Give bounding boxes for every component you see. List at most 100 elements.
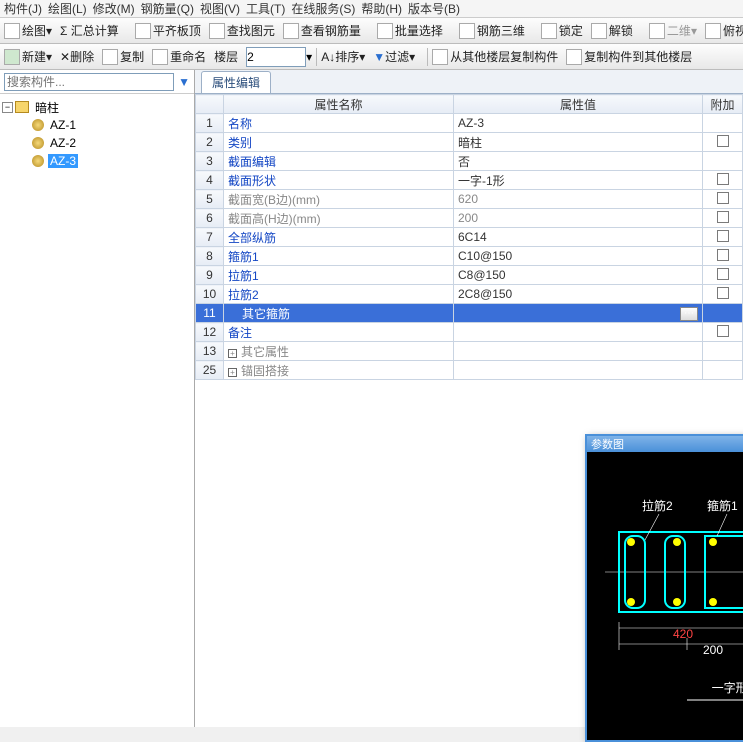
property-value[interactable]: 200: [454, 209, 703, 228]
batch-select-button[interactable]: 批量选择: [377, 22, 443, 39]
property-row[interactable]: 3截面编辑否: [196, 152, 743, 171]
checkbox[interactable]: [717, 249, 729, 261]
rebar-3d-button[interactable]: 钢筋三维: [459, 22, 525, 39]
property-row[interactable]: 25+锚固搭接: [196, 361, 743, 380]
funnel-icon[interactable]: ▼: [178, 75, 190, 89]
property-value[interactable]: 6C14: [454, 228, 703, 247]
property-extra[interactable]: [703, 171, 743, 190]
property-value[interactable]: [454, 342, 703, 361]
property-extra[interactable]: [703, 152, 743, 171]
view-rebar-button[interactable]: 查看钢筋量: [283, 22, 361, 39]
tree-item[interactable]: AZ-3: [2, 152, 192, 170]
property-value[interactable]: ⋯: [454, 304, 703, 323]
property-extra[interactable]: [703, 209, 743, 228]
property-extra[interactable]: [703, 342, 743, 361]
checkbox[interactable]: [717, 135, 729, 147]
property-row[interactable]: 8箍筋1C10@150: [196, 247, 743, 266]
new-button[interactable]: 新建 ▾: [4, 48, 52, 65]
checkbox[interactable]: [717, 325, 729, 337]
menu-item[interactable]: 绘图(L): [48, 0, 87, 17]
property-extra[interactable]: [703, 285, 743, 304]
toolbar-1: 绘图 ▾ Σ 汇总计算 平齐板顶 查找图元 查看钢筋量 批量选择 钢筋三维 锁定…: [0, 18, 743, 44]
parameter-diagram-window[interactable]: 参数图 拉筋2 箍筋1 拉筋1 100 100: [585, 434, 743, 742]
copy-from-floor-button[interactable]: 从其他楼层复制构件: [432, 48, 558, 65]
property-extra[interactable]: [703, 304, 743, 323]
property-value[interactable]: 620: [454, 190, 703, 209]
property-row[interactable]: 5截面宽(B边)(mm)620: [196, 190, 743, 209]
property-extra[interactable]: [703, 133, 743, 152]
checkbox[interactable]: [717, 192, 729, 204]
expand-icon[interactable]: +: [228, 349, 237, 358]
menu-item[interactable]: 钢筋量(Q): [141, 0, 194, 17]
checkbox[interactable]: [717, 268, 729, 280]
rename-button[interactable]: 重命名: [152, 48, 206, 65]
checkbox[interactable]: [717, 230, 729, 242]
property-row[interactable]: 12备注: [196, 323, 743, 342]
property-extra[interactable]: [703, 266, 743, 285]
tree-root[interactable]: −暗柱: [2, 98, 192, 116]
property-row[interactable]: 11其它箍筋⋯: [196, 304, 743, 323]
side-view-button[interactable]: 俯视: [705, 22, 743, 39]
property-extra[interactable]: [703, 228, 743, 247]
property-extra[interactable]: [703, 323, 743, 342]
square-icon: [649, 23, 665, 39]
menu-item[interactable]: 工具(T): [246, 0, 285, 17]
checkbox[interactable]: [717, 173, 729, 185]
checkbox[interactable]: [717, 211, 729, 223]
copy-to-floor-button[interactable]: 复制构件到其他楼层: [566, 48, 692, 65]
property-extra[interactable]: [703, 247, 743, 266]
collapse-icon[interactable]: −: [2, 102, 13, 113]
menu-item[interactable]: 在线服务(S): [291, 0, 355, 17]
property-value[interactable]: [454, 323, 703, 342]
property-value[interactable]: 暗柱: [454, 133, 703, 152]
property-extra[interactable]: [703, 361, 743, 380]
property-row[interactable]: 9拉筋1C8@150: [196, 266, 743, 285]
property-value[interactable]: C10@150: [454, 247, 703, 266]
tab-property-edit[interactable]: 属性编辑: [201, 71, 271, 93]
delete-button[interactable]: ✕ 删除: [60, 48, 94, 65]
property-extra[interactable]: [703, 190, 743, 209]
component-tree[interactable]: −暗柱 AZ-1 AZ-2AZ-3: [0, 94, 194, 727]
sort-button[interactable]: A↓ 排序 ▾: [321, 48, 365, 65]
search-input[interactable]: [4, 73, 174, 91]
property-row[interactable]: 1名称AZ-3: [196, 114, 743, 133]
row-number: 5: [196, 190, 224, 209]
property-value[interactable]: AZ-3: [454, 114, 703, 133]
property-value[interactable]: 2C8@150: [454, 285, 703, 304]
property-value[interactable]: [454, 361, 703, 380]
copy-button[interactable]: 复制: [102, 48, 144, 65]
property-value[interactable]: 否: [454, 152, 703, 171]
property-row[interactable]: 6截面高(H边)(mm)200: [196, 209, 743, 228]
tree-item[interactable]: AZ-1: [2, 116, 192, 134]
menu-item[interactable]: 视图(V): [200, 0, 240, 17]
menu-item[interactable]: 修改(M): [93, 0, 135, 17]
menu-item[interactable]: 帮助(H): [361, 0, 402, 17]
property-row[interactable]: 13+其它属性: [196, 342, 743, 361]
property-value[interactable]: 一字-1形: [454, 171, 703, 190]
find-elem-button[interactable]: 查找图元: [209, 22, 275, 39]
property-value[interactable]: C8@150: [454, 266, 703, 285]
property-row[interactable]: 2类别暗柱: [196, 133, 743, 152]
property-row[interactable]: 4截面形状一字-1形: [196, 171, 743, 190]
expand-icon[interactable]: +: [228, 368, 237, 377]
property-row[interactable]: 10拉筋22C8@150: [196, 285, 743, 304]
property-name: 截面宽(B边)(mm): [224, 190, 454, 209]
menu-item[interactable]: 版本号(B): [408, 0, 460, 17]
lock-button[interactable]: 锁定: [541, 22, 583, 39]
filter-button[interactable]: ▼ 过滤 ▾: [373, 48, 415, 65]
tree-item-label: AZ-1: [48, 118, 78, 132]
floor-input[interactable]: [246, 47, 306, 67]
property-extra[interactable]: [703, 114, 743, 133]
property-name: 类别: [224, 133, 454, 152]
unlock-button[interactable]: 解锁: [591, 22, 633, 39]
checkbox[interactable]: [717, 287, 729, 299]
tree-item[interactable]: AZ-2: [2, 134, 192, 152]
menu-item[interactable]: 构件(J): [4, 0, 42, 17]
ellipsis-button[interactable]: ⋯: [680, 307, 698, 321]
dim-2d-button[interactable]: 二维 ▾: [649, 22, 697, 39]
sum-button[interactable]: Σ 汇总计算: [60, 22, 119, 39]
property-row[interactable]: 7全部纵筋6C14: [196, 228, 743, 247]
draw-button[interactable]: 绘图 ▾: [4, 22, 52, 39]
flat-button[interactable]: 平齐板顶: [135, 22, 201, 39]
new-icon: [4, 49, 20, 65]
